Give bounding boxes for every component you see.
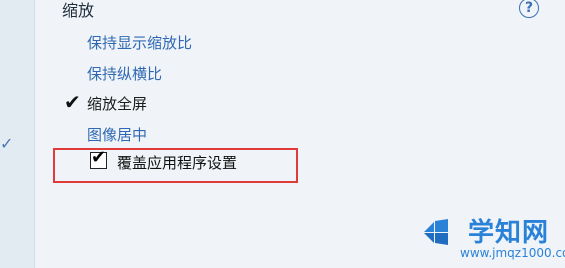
option-maintain-display-scaling[interactable]: 保持显示缩放比 bbox=[87, 32, 192, 53]
option-maintain-aspect-ratio[interactable]: 保持纵横比 bbox=[87, 63, 162, 84]
watermark-title: 学知网 bbox=[468, 218, 550, 248]
override-checkbox[interactable]: ✔ bbox=[90, 147, 107, 169]
watermark: 学知网 www.jmqz1000.com bbox=[410, 212, 565, 268]
left-side-strip: ✓ bbox=[0, 0, 35, 268]
help-circle-icon[interactable]: ? bbox=[519, 0, 539, 18]
override-app-settings-label: 覆盖应用程序设置 bbox=[117, 154, 238, 172]
watermark-url: www.jmqz1000.com bbox=[460, 246, 565, 260]
option-center-image[interactable]: 图像居中 bbox=[87, 124, 147, 145]
checkmark-icon: ✔ bbox=[64, 90, 81, 114]
section-title: 缩放 bbox=[62, 1, 95, 20]
windows-logo-icon bbox=[424, 219, 448, 245]
checkbox-check-icon: ✔ bbox=[91, 147, 107, 168]
check-indicator-icon: ✓ bbox=[0, 134, 14, 153]
option-full-screen[interactable]: 缩放全屏 bbox=[87, 93, 147, 114]
